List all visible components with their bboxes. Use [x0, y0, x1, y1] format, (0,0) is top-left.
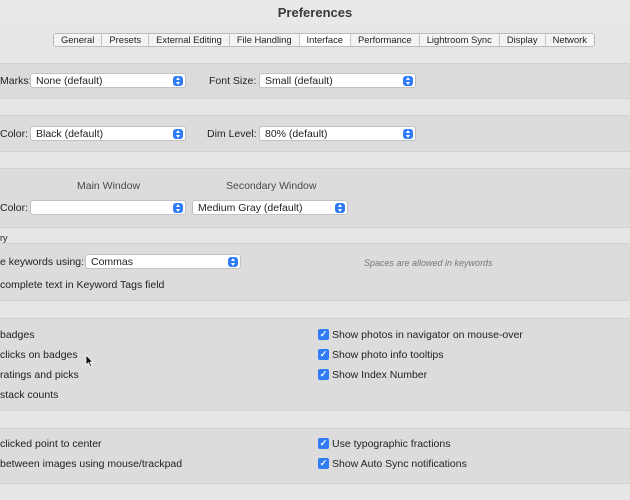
secondary-window-fill-value: Medium Gray (default)	[198, 202, 303, 214]
main-window-fill-select[interactable]	[30, 200, 186, 215]
chevron-updown-icon	[228, 257, 238, 267]
font-size-value: Small (default)	[265, 75, 333, 87]
checkmark-icon[interactable]: ✓	[318, 438, 329, 449]
screen-color-label: Color:	[0, 128, 29, 140]
dim-level-value: 80% (default)	[265, 128, 328, 140]
autocomplete-keywords-checkbox[interactable]: complete text in Keyword Tags field	[0, 279, 164, 291]
tab-file-handling[interactable]: File Handling	[230, 34, 300, 46]
keyword-entry-section	[0, 243, 630, 301]
screen-color-select[interactable]: Black (default)	[30, 126, 186, 141]
checkmark-icon[interactable]: ✓	[318, 349, 329, 360]
font-size-select[interactable]: Small (default)	[259, 73, 416, 88]
end-marks-value: None (default)	[36, 75, 103, 87]
end-marks-label: Marks:	[0, 75, 32, 87]
font-size-label: Font Size:	[209, 75, 257, 87]
tab-lightroom-sync[interactable]: Lightroom Sync	[420, 34, 500, 46]
separate-keywords-label: e keywords using:	[0, 256, 85, 268]
chevron-updown-icon	[403, 129, 413, 139]
tab-presets[interactable]: Presets	[102, 34, 150, 46]
chevron-updown-icon	[173, 129, 183, 139]
end-marks-select[interactable]: None (default)	[30, 73, 186, 88]
tab-display[interactable]: Display	[500, 34, 546, 46]
checkmark-icon[interactable]: ✓	[318, 458, 329, 469]
chevron-updown-icon	[173, 76, 183, 86]
chevron-updown-icon	[335, 203, 345, 213]
background-section	[0, 168, 630, 228]
checkmark-icon[interactable]: ✓	[318, 369, 329, 380]
keywords-hint: Spaces are allowed in keywords	[364, 258, 493, 268]
main-window-header: Main Window	[77, 180, 141, 192]
show-stack-counts-checkbox[interactable]: stack counts	[0, 389, 58, 401]
typographic-fractions-checkbox-label: Use typographic fractions	[332, 438, 451, 450]
tab-external-editing[interactable]: External Editing	[149, 34, 230, 46]
tab-bar: General Presets External Editing File Ha…	[53, 33, 595, 47]
secondary-window-fill-select[interactable]: Medium Gray (default)	[192, 200, 348, 215]
separate-keywords-value: Commas	[91, 256, 134, 268]
chevron-updown-icon	[403, 76, 413, 86]
tab-general[interactable]: General	[54, 34, 103, 46]
dim-level-label: Dim Level:	[207, 128, 257, 140]
show-photos-in-navigator-checkbox-label: Show photos in navigator on mouse-over	[332, 329, 523, 341]
separate-keywords-select[interactable]: Commas	[85, 254, 241, 269]
keyword-entry-header: ry	[0, 233, 8, 243]
secondary-window-header: Secondary Window	[226, 180, 317, 192]
show-ratings-and-picks-checkbox[interactable]: ratings and picks	[0, 369, 79, 381]
window-title: Preferences	[277, 5, 353, 20]
tab-performance[interactable]: Performance	[351, 34, 420, 46]
tab-interface[interactable]: Interface	[299, 34, 352, 46]
show-index-number-checkbox-label: Show Index Number	[332, 369, 428, 381]
chevron-updown-icon	[173, 203, 183, 213]
auto-sync-notifications-checkbox-label: Show Auto Sync notifications	[332, 458, 467, 470]
dim-level-select[interactable]: 80% (default)	[259, 126, 416, 141]
ignore-clicks-on-badges-checkbox[interactable]: clicks on badges	[0, 349, 78, 361]
show-badges-checkbox[interactable]: badges	[0, 329, 34, 341]
filmstrip-section	[0, 318, 630, 411]
swipe-between-images-checkbox[interactable]: between images using mouse/trackpad	[0, 458, 182, 470]
zoom-clicked-point-checkbox[interactable]: clicked point to center	[0, 438, 102, 450]
mouse-cursor-icon	[85, 354, 94, 368]
screen-color-value: Black (default)	[36, 128, 104, 140]
checkmark-icon[interactable]: ✓	[318, 329, 329, 340]
show-photo-info-tooltips-checkbox-label: Show photo info tooltips	[332, 349, 444, 361]
tab-network[interactable]: Network	[546, 34, 594, 46]
tweaks-section	[0, 428, 630, 484]
fill-color-label: Color:	[0, 202, 29, 214]
